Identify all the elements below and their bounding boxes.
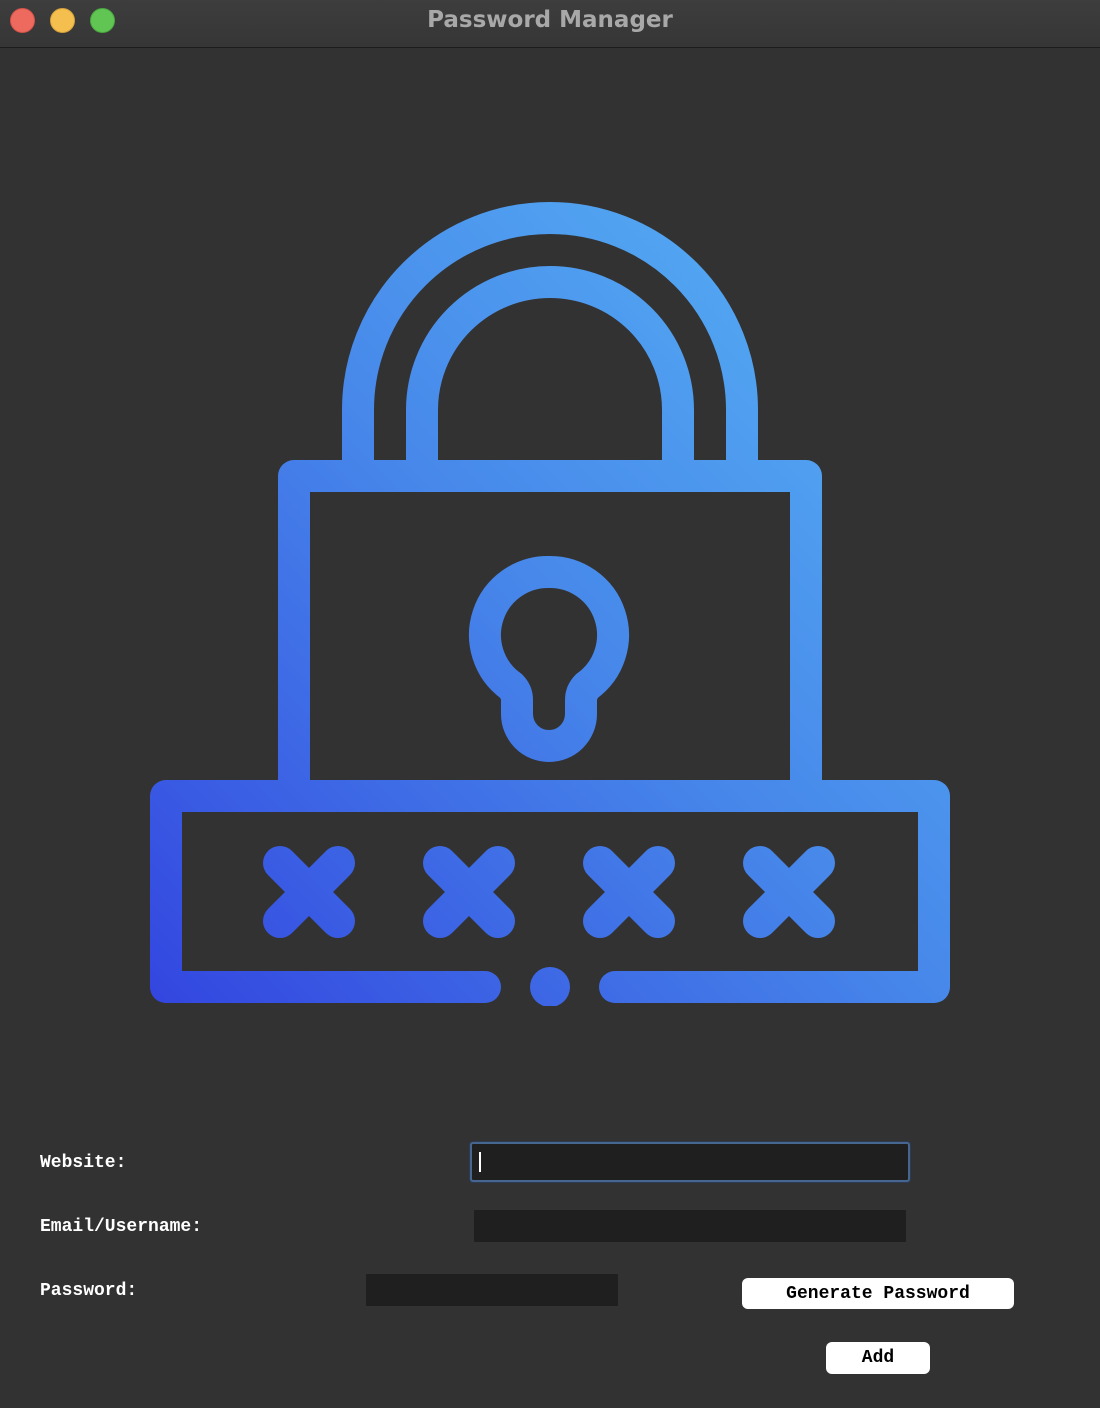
- website-label: Website:: [40, 1153, 127, 1173]
- generate-password-button[interactable]: Generate Password: [742, 1278, 1014, 1309]
- window-title: Password Manager: [427, 7, 673, 33]
- email-input[interactable]: [474, 1210, 906, 1242]
- website-input[interactable]: [470, 1142, 910, 1182]
- password-label: Password:: [40, 1281, 138, 1301]
- text-caret: [479, 1152, 481, 1172]
- padlock-icon: [150, 202, 950, 1006]
- email-label: Email/Username:: [40, 1217, 203, 1237]
- add-button[interactable]: Add: [826, 1342, 930, 1374]
- title-bar: Password Manager: [0, 0, 1100, 48]
- password-input[interactable]: [366, 1274, 618, 1306]
